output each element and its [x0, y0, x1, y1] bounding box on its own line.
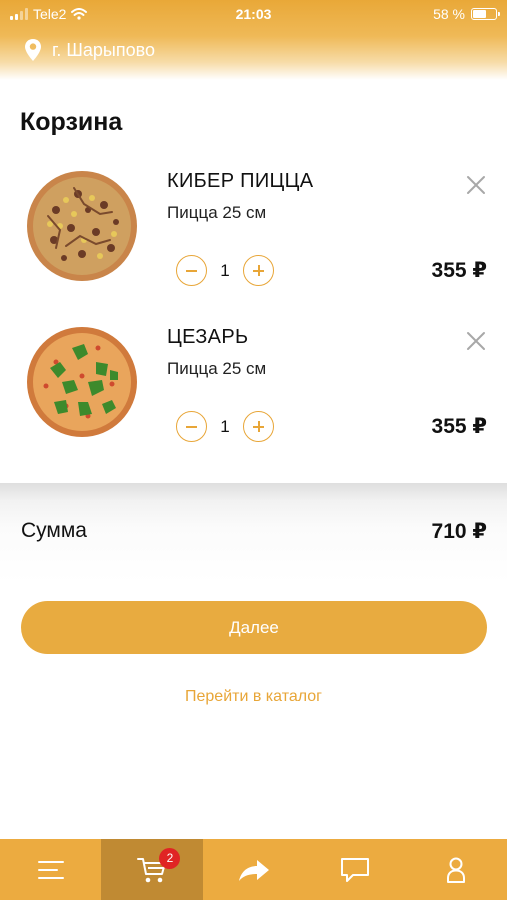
item-size: Пицца 25 см	[167, 359, 267, 378]
tab-profile[interactable]	[406, 839, 507, 900]
status-right: 58 %	[433, 6, 500, 22]
header: Tele2 21:03 58 % г. Шарыпово	[0, 0, 507, 80]
go-to-catalog-link[interactable]: Перейти в каталог	[0, 688, 507, 706]
decrease-quantity-button[interactable]	[176, 411, 207, 442]
item-name: ЦЕЗАРЬ	[167, 326, 249, 348]
increase-quantity-button[interactable]	[243, 411, 274, 442]
page-title: Корзина	[20, 108, 123, 136]
location-selector[interactable]: г. Шарыпово	[24, 38, 155, 62]
item-name: КИБЕР ПИЦЦА	[167, 170, 314, 192]
increase-quantity-button[interactable]	[243, 255, 274, 286]
cart-item: КИБЕР ПИЦЦА Пицца 25 см 1 355 ₽	[0, 170, 507, 310]
chat-icon	[340, 857, 369, 882]
profile-icon	[447, 857, 466, 883]
status-time: 21:03	[235, 6, 272, 22]
tab-menu[interactable]	[0, 839, 101, 900]
quantity-value: 1	[220, 261, 230, 280]
location-pin-icon	[25, 39, 41, 61]
cart-item: ЦЕЗАРЬ Пицца 25 см 1 355 ₽	[0, 326, 507, 466]
share-icon	[238, 859, 269, 881]
pizza-caesar-image	[27, 327, 137, 437]
tab-cart[interactable]: 2	[101, 839, 203, 900]
remove-item-icon[interactable]	[464, 173, 488, 197]
status-bar: Tele2 21:03 58 %	[0, 0, 507, 30]
item-size: Пицца 25 см	[167, 203, 267, 222]
battery-icon	[471, 8, 500, 20]
tab-bar: 2	[0, 839, 507, 900]
cart-count-badge: 2	[159, 848, 181, 869]
item-price: 355 ₽	[431, 415, 487, 438]
tab-share[interactable]	[203, 839, 304, 900]
tab-chat[interactable]	[304, 839, 405, 900]
battery-percent: 58 %	[433, 6, 465, 22]
city-label: г. Шарыпово	[52, 39, 155, 60]
next-button[interactable]: Далее	[21, 601, 487, 654]
sum-value: 710 ₽	[431, 520, 487, 543]
quantity-value: 1	[220, 417, 230, 436]
pizza-cyber-image	[27, 171, 137, 281]
sum-label: Сумма	[21, 519, 87, 542]
menu-icon	[37, 860, 64, 879]
item-price: 355 ₽	[431, 259, 487, 282]
remove-item-icon[interactable]	[464, 329, 488, 353]
decrease-quantity-button[interactable]	[176, 255, 207, 286]
